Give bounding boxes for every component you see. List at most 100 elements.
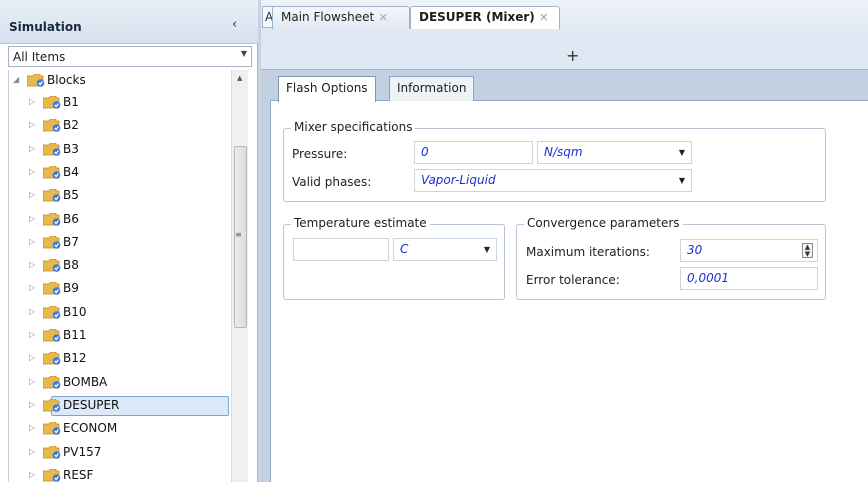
expand-icon[interactable]: ▷	[29, 214, 35, 223]
add-tab-icon[interactable]: +	[566, 46, 579, 65]
expand-icon[interactable]: ▷	[29, 400, 35, 409]
group-title: Temperature estimate	[291, 216, 430, 230]
pressure-unit-value: N/sqm	[544, 145, 583, 159]
tab-label: Main Flowsheet	[281, 10, 375, 24]
valid-phases-label: Valid phases:	[292, 175, 372, 189]
folder-check-icon	[42, 188, 61, 202]
expand-icon[interactable]: ▷	[29, 377, 35, 386]
tab-desuper-mixer[interactable]: DESUPER (Mixer) ×	[410, 6, 560, 29]
tree-item-label: RESF	[63, 467, 94, 482]
folder-check-icon	[26, 73, 45, 87]
group-title: Mixer specifications	[291, 120, 416, 134]
max-iterations-input[interactable]: 30 ▲ ▼	[680, 239, 818, 262]
folder-check-icon	[42, 328, 61, 342]
error-tolerance-input[interactable]: 0,0001	[680, 267, 818, 290]
folder-check-icon	[42, 468, 61, 482]
tree-item[interactable]: ▷ ECONOM	[9, 418, 230, 440]
folder-check-icon	[42, 305, 61, 319]
folder-check-icon	[42, 375, 61, 389]
expand-icon[interactable]: ▷	[29, 307, 35, 316]
chevron-down-icon: ▼	[483, 245, 490, 254]
expand-icon[interactable]: ▷	[29, 447, 35, 456]
close-icon[interactable]: ×	[378, 10, 388, 24]
tree-item[interactable]: ▷ B6	[9, 209, 230, 231]
tab-label: Information	[397, 81, 467, 95]
tree-item[interactable]: ▷ B11	[9, 325, 230, 347]
folder-check-icon	[42, 212, 61, 226]
temperature-unit-value: C	[400, 242, 409, 256]
tree-item-label: B6	[63, 211, 79, 226]
nav-filter-dropdown[interactable]: All Items ▼	[8, 46, 252, 67]
navigation-pane: Simulation ‹ All Items ▼ ◢ Blocks ▷ B1 ▷ B2 ▷ B…	[0, 0, 258, 482]
tree-item[interactable]: ▷ B9	[9, 278, 230, 300]
folder-check-icon	[42, 445, 61, 459]
expand-icon[interactable]: ▷	[29, 167, 35, 176]
tree-item-label: B4	[63, 164, 79, 179]
expand-icon[interactable]: ▷	[29, 144, 35, 153]
temperature-estimate-group: Temperature estimate	[283, 216, 505, 300]
tree-item-label: B5	[63, 188, 79, 203]
tree-item[interactable]: ▷ B10	[9, 302, 230, 324]
collapse-pane-icon[interactable]: ‹	[232, 17, 237, 32]
tree-item[interactable]: ▷ B4	[9, 162, 230, 184]
tree-item[interactable]: ▷ B3	[9, 139, 230, 161]
tree-item[interactable]: ▷ BOMBA	[9, 372, 230, 394]
tree-item[interactable]: ▷ B8	[9, 255, 230, 277]
tree-item[interactable]: ▷ B2	[9, 115, 230, 137]
tree-item[interactable]: ▷ B12	[9, 348, 230, 370]
expand-icon[interactable]: ▷	[29, 353, 35, 362]
folder-check-icon	[42, 421, 61, 435]
tab-information[interactable]: Information	[389, 76, 475, 101]
tree-item[interactable]: ▷ B1	[9, 92, 230, 114]
expand-icon[interactable]: ▷	[29, 260, 35, 269]
expand-icon[interactable]: ▷	[29, 330, 35, 339]
error-tolerance-label: Error tolerance:	[526, 273, 620, 287]
nav-tree: ◢ Blocks ▷ B1 ▷ B2 ▷ B3 ▷ B4 ▷ B5 ▷ B6 ▷ B7 ▷ B8 ▷ B9 ▷ B10 ▷ B…	[8, 70, 230, 482]
tab-main-flowsheet[interactable]: Main Flowsheet ×	[272, 6, 410, 29]
tree-item-label: BOMBA	[63, 374, 108, 389]
pressure-unit-select[interactable]: N/sqm ▼	[537, 141, 692, 164]
temperature-input[interactable]	[293, 238, 389, 261]
tab-flash-options[interactable]: Flash Options	[278, 76, 376, 102]
spinner-icon[interactable]: ▲ ▼	[802, 243, 813, 258]
expand-icon[interactable]: ▷	[29, 97, 35, 106]
collapse-icon[interactable]: ◢	[13, 75, 19, 84]
tree-item-label: Blocks	[47, 73, 86, 87]
expand-icon[interactable]: ▷	[29, 470, 35, 479]
tree-item[interactable]: ▷ PV157	[9, 442, 230, 464]
close-icon[interactable]: ×	[539, 10, 549, 24]
max-iterations-label: Maximum iterations:	[526, 245, 650, 259]
expand-icon[interactable]: ▷	[29, 237, 35, 246]
valid-phases-select[interactable]: Vapor-Liquid ▼	[414, 169, 692, 192]
tree-item[interactable]: ◢ Blocks	[9, 70, 230, 92]
folder-check-icon	[42, 235, 61, 249]
pressure-input[interactable]: 0	[414, 141, 533, 164]
tree-item[interactable]: ▷ B5	[9, 185, 230, 207]
tree-scrollbar[interactable]: ▲ ≡	[231, 70, 248, 482]
folder-check-icon	[42, 282, 61, 296]
temperature-unit-select[interactable]: C ▼	[393, 238, 497, 261]
tree-item-label: B9	[63, 281, 79, 296]
expand-icon[interactable]: ▷	[29, 423, 35, 432]
pressure-label: Pressure:	[292, 147, 348, 161]
tree-item[interactable]: ▷ B7	[9, 232, 230, 254]
folder-check-icon	[42, 95, 61, 109]
tree-item-selected[interactable]: ▷ DESUPER	[9, 395, 230, 417]
folder-check-icon	[42, 351, 61, 366]
tree-item-label: ECONOM	[63, 421, 118, 436]
tree-item-label: B7	[63, 234, 79, 249]
chevron-down-icon: ▼	[678, 176, 685, 185]
scroll-up-icon[interactable]: ▲	[237, 74, 242, 82]
tree-item-label: B3	[63, 141, 79, 156]
tree-item-label: B11	[63, 328, 87, 342]
chevron-down-icon: ▼	[678, 148, 685, 157]
tree-item-label: PV157	[63, 444, 102, 459]
expand-icon[interactable]: ▷	[29, 120, 35, 129]
tree-item-label: B2	[63, 118, 79, 133]
tree-item[interactable]: ▷ RESF	[9, 465, 230, 482]
folder-check-icon	[42, 142, 61, 156]
tree-item-label: B1	[63, 95, 79, 109]
expand-icon[interactable]: ▷	[29, 190, 35, 199]
max-iterations-value: 30	[687, 243, 703, 257]
expand-icon[interactable]: ▷	[29, 283, 35, 292]
